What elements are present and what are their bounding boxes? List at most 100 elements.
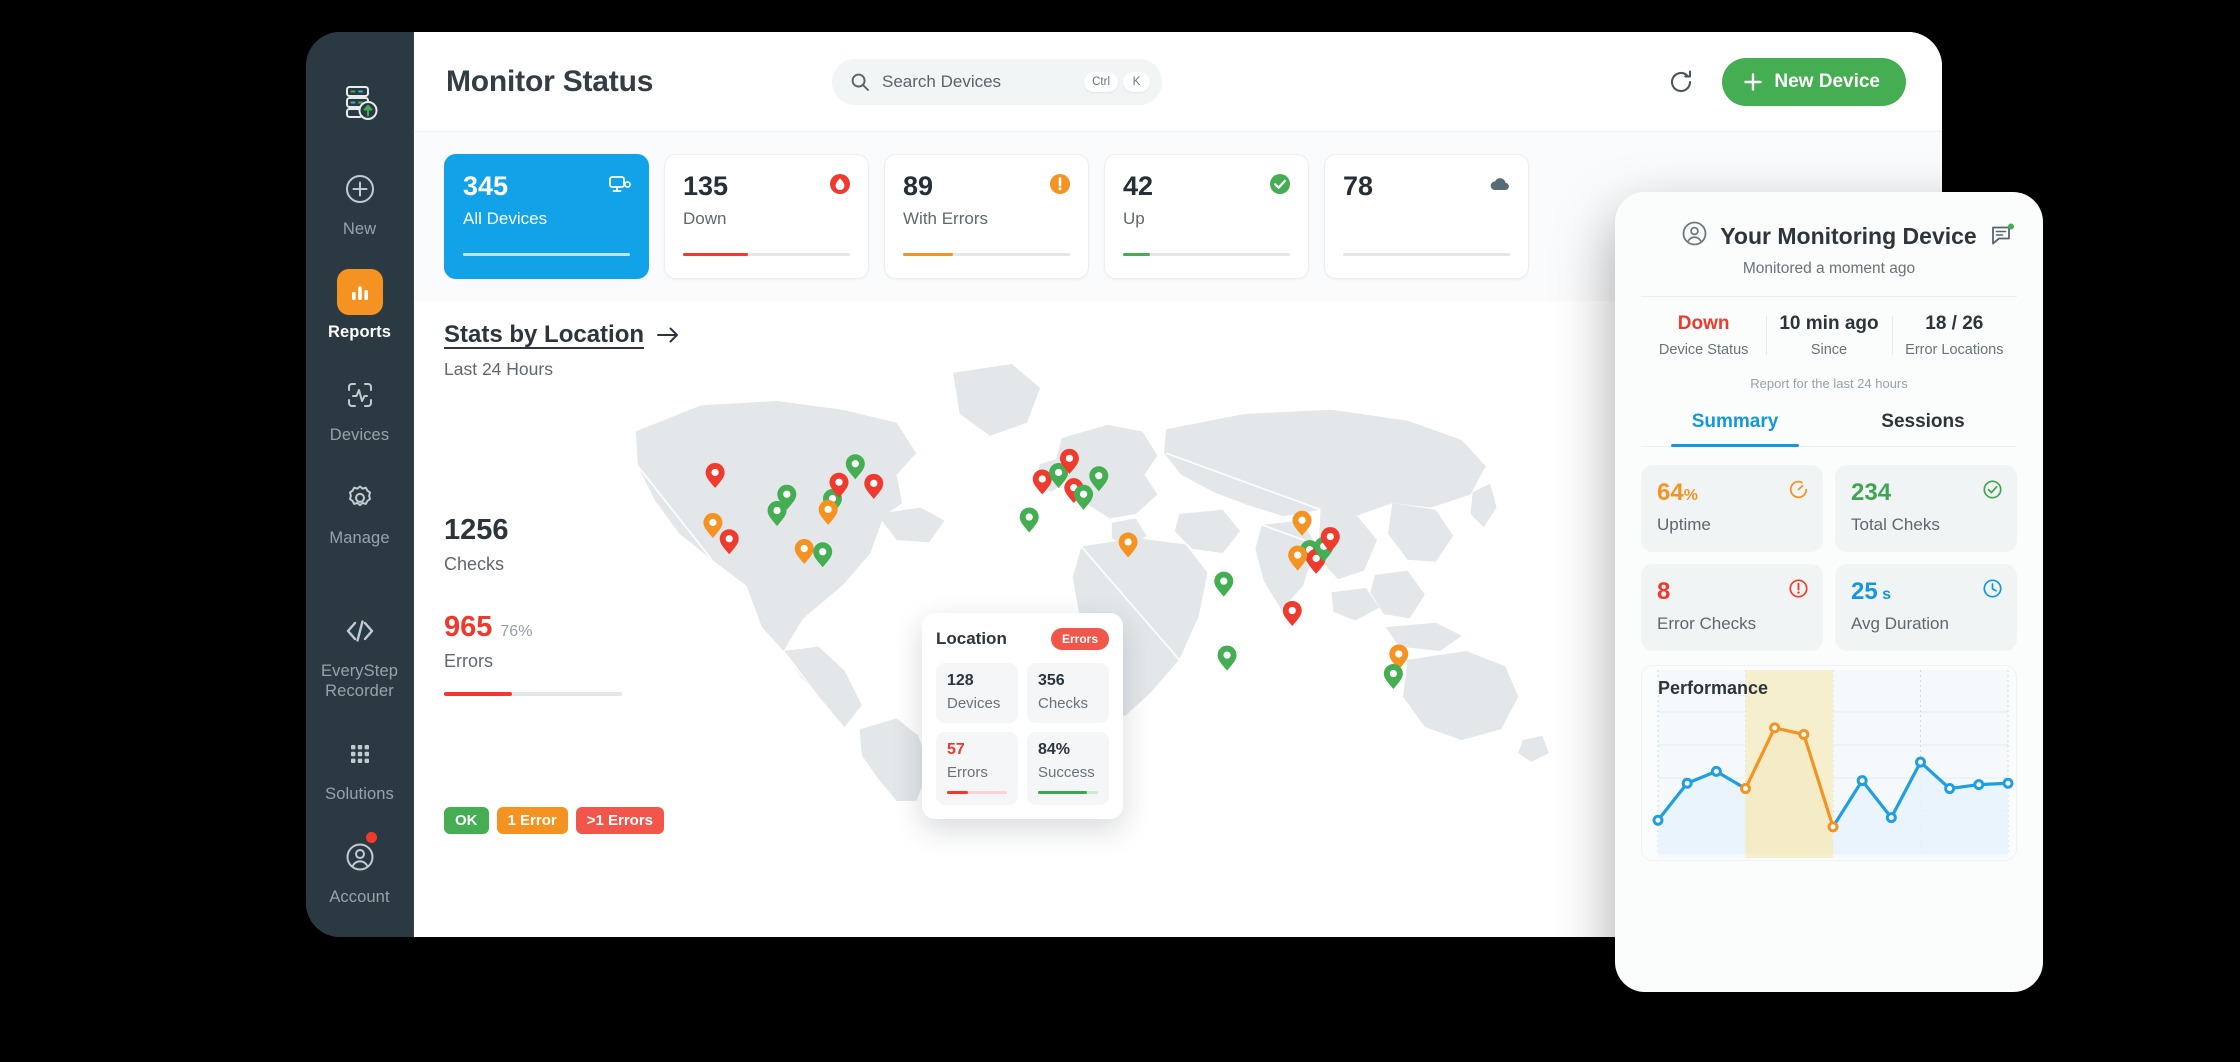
stat-card-partial[interactable]: 78 [1324, 154, 1529, 279]
sidebar-item-everystep-recorder[interactable]: EveryStep Recorder [306, 608, 413, 701]
search-input[interactable]: Search Devices Ctrl K [832, 59, 1162, 105]
metric-caption: Total Cheks [1851, 515, 2001, 535]
arrow-right-icon [655, 325, 681, 345]
check-circle-outline-icon [1982, 479, 2003, 505]
metric-caption: Avg Duration [1851, 614, 2001, 634]
notification-dot [366, 832, 377, 843]
report-period-note: Report for the last 24 hours [1641, 376, 2017, 391]
new-device-label: New Device [1774, 71, 1880, 93]
errors-percent: 76% [500, 623, 532, 641]
check-circle-icon [1268, 172, 1292, 201]
status-badge: Errors [1051, 628, 1109, 650]
top-bar: Monitor Status Search Devices Ctrl K [414, 32, 1942, 132]
stats-subtitle: Last 24 Hours [444, 359, 681, 380]
stats-by-location-link[interactable]: Stats by Location [444, 321, 681, 349]
device-kpi-error-locations: 18 / 26 Error Locations [1892, 313, 2017, 358]
stat-label: All Devices [463, 209, 630, 229]
shortcut-k: K [1123, 72, 1150, 92]
stat-card-up[interactable]: 42 Up [1104, 154, 1309, 279]
device-kpi-row: Down Device Status 10 min ago Since 18 /… [1641, 296, 2017, 358]
chart-point[interactable] [1800, 730, 1808, 738]
sidebar-item-solutions[interactable]: Solutions [306, 731, 413, 804]
sidebar-item-label: Reports [328, 322, 391, 342]
alert-bell-icon [828, 172, 852, 201]
errors-progress-fill [444, 692, 512, 696]
stat-card-with-errors[interactable]: 89 With Errors [884, 154, 1089, 279]
sidebar-item-label: Manage [329, 528, 389, 548]
chart-point[interactable] [2004, 779, 2012, 787]
sidebar-item-label: Account [329, 887, 389, 907]
chart-point[interactable] [1917, 758, 1925, 766]
stats-by-location-header: Stats by Location Last 24 Hours [444, 321, 681, 380]
location-tooltip-header: Location Errors [936, 628, 1109, 650]
chart-point[interactable] [1829, 823, 1837, 831]
chart-point[interactable] [1975, 781, 1983, 789]
stat-card-down[interactable]: 135 Down [664, 154, 869, 279]
note-check-icon[interactable] [1989, 222, 2015, 253]
metric-number: 8 [1657, 578, 1670, 605]
stat-progress-track [683, 253, 850, 257]
chart-point[interactable] [1858, 777, 1866, 785]
stat-progress-track [903, 253, 1070, 257]
gauge-icon [1788, 479, 1809, 505]
metric-avg-duration[interactable]: 25 s Avg Duration [1835, 564, 2017, 651]
chart-point[interactable] [1887, 814, 1895, 822]
metric-unit: % [1684, 487, 1698, 504]
sidebar-item-reports[interactable]: Reports [306, 269, 413, 342]
kpi-value: 10 min ago [1766, 313, 1891, 335]
tile-value: 356 [1038, 673, 1098, 689]
metric-error-checks[interactable]: 8 Error Checks [1641, 564, 1823, 651]
legend-chip-one-error[interactable]: 1 Error [497, 807, 568, 834]
errors-label: Errors [444, 651, 622, 672]
location-tooltip[interactable]: Location Errors 128 Devices 356 Checks [922, 613, 1123, 819]
kpi-caption: Device Status [1641, 342, 1766, 358]
screenshot-stage: New Reports [0, 0, 2240, 1062]
plus-icon [1742, 71, 1764, 93]
metric-number: 64 [1657, 479, 1684, 506]
checks-value: 1256 [444, 516, 622, 545]
sidebar-item-devices[interactable]: Devices [306, 372, 413, 445]
metric-value: 64% [1657, 481, 1807, 505]
metric-unit: s [1878, 586, 1891, 603]
chart-point[interactable] [1683, 779, 1691, 787]
sidebar-item-new[interactable]: New [306, 166, 413, 239]
device-panel-tabs: Summary Sessions [1641, 401, 2017, 447]
tile-progress-track [947, 791, 1007, 794]
metric-caption: Uptime [1657, 515, 1807, 535]
chart-point[interactable] [1771, 724, 1779, 732]
legend-chip-many-errors[interactable]: >1 Errors [576, 807, 664, 834]
sidebar-item-manage[interactable]: Manage [306, 475, 413, 548]
tile-progress-track [1038, 791, 1098, 794]
sidebar-item-label: Devices [330, 425, 389, 445]
sidebar-item-label: Solutions [325, 784, 394, 804]
tab-sessions[interactable]: Sessions [1829, 401, 2017, 446]
tab-summary[interactable]: Summary [1641, 401, 1829, 446]
chart-point[interactable] [1946, 785, 1954, 793]
legend-chip-ok[interactable]: OK [444, 807, 489, 834]
stat-progress-fill [683, 253, 748, 257]
new-device-button[interactable]: New Device [1722, 58, 1906, 106]
tile-caption: Errors [947, 764, 1007, 781]
metric-uptime[interactable]: 64% Uptime [1641, 465, 1823, 552]
sidebar-item-account[interactable]: Account [306, 834, 413, 907]
location-tile-errors: 57 Errors [936, 732, 1018, 805]
app-logo[interactable] [332, 80, 388, 122]
chart-point[interactable] [1712, 767, 1720, 775]
user-circle-icon [1681, 220, 1708, 252]
checks-label: Checks [444, 554, 622, 575]
stat-progress-fill [463, 253, 630, 257]
location-tooltip-grid: 128 Devices 356 Checks 57 Errors [936, 663, 1109, 805]
stat-value: 78 [1343, 173, 1510, 200]
device-kpi-status: Down Device Status [1641, 313, 1766, 358]
stat-progress-fill [1123, 253, 1150, 257]
refresh-button[interactable] [1664, 65, 1698, 99]
chart-point[interactable] [1654, 816, 1662, 824]
stat-card-all-devices[interactable]: 345 All Devices [444, 154, 649, 279]
shortcut-ctrl: Ctrl [1084, 72, 1118, 92]
device-kpi-since: 10 min ago Since [1766, 313, 1891, 358]
performance-chart-card[interactable]: Performance [1641, 665, 2017, 861]
metric-total-checks[interactable]: 234 Total Cheks [1835, 465, 2017, 552]
stat-value: 135 [683, 173, 850, 200]
chart-point[interactable] [1742, 785, 1750, 793]
device-panel-subtitle: Monitored a moment ago [1641, 260, 2017, 278]
